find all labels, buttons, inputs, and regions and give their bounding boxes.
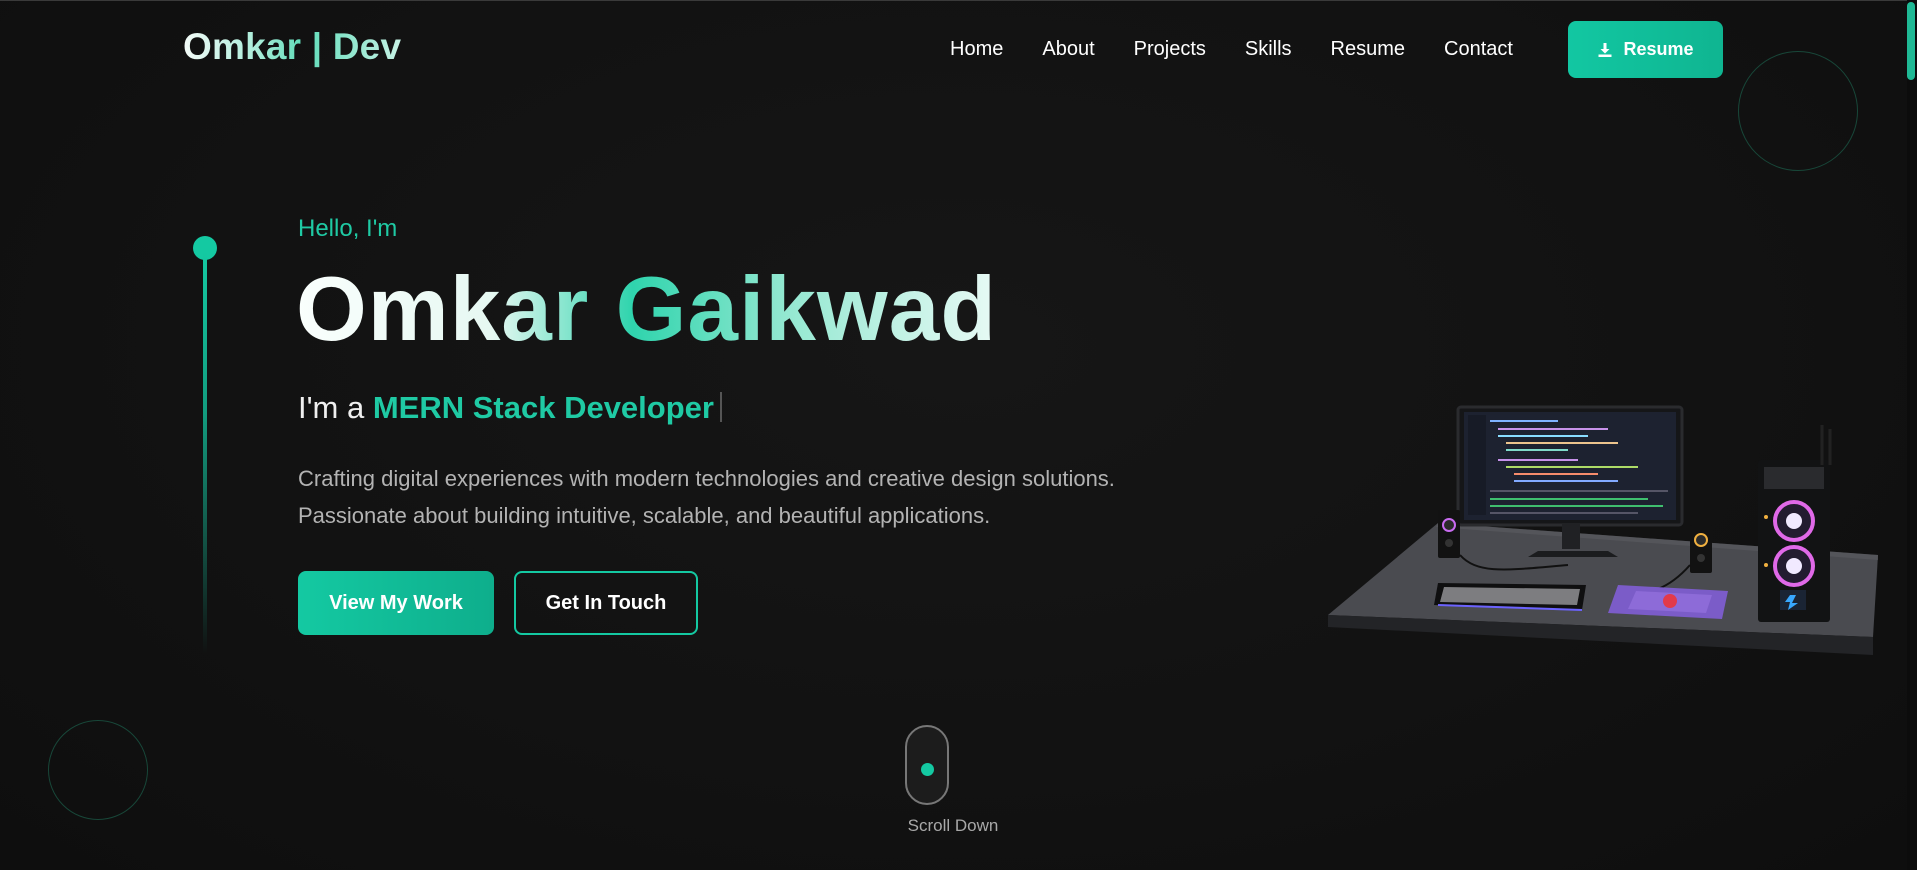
nav-contact[interactable]: Contact	[1444, 38, 1513, 61]
get-in-touch-button[interactable]: Get In Touch	[514, 571, 698, 635]
description-line: Passionate about building intuitive, sca…	[298, 503, 991, 528]
main-nav: Home About Projects Skills Resume Contac…	[950, 38, 1552, 61]
desk-setup-illustration	[1318, 405, 1884, 675]
nav-projects[interactable]: Projects	[1134, 38, 1206, 61]
decorative-ring	[1738, 51, 1858, 171]
nav-resume[interactable]: Resume	[1331, 38, 1405, 61]
window-top-border	[0, 0, 1917, 1]
decorative-ring	[48, 720, 148, 820]
scrollbar-thumb[interactable]	[1907, 2, 1915, 80]
role-highlight: MERN Stack Developer	[372, 390, 714, 425]
hero-last-name: Gaikwad	[615, 259, 997, 360]
download-icon	[1598, 42, 1612, 57]
scroll-mouse-icon[interactable]	[905, 725, 949, 805]
hero-description: Crafting digital experiences with modern…	[298, 460, 1198, 534]
hero-role: I'm a MERN Stack Developer	[298, 390, 722, 426]
resume-download-button[interactable]: Resume	[1568, 21, 1723, 78]
resume-button-label: Resume	[1623, 39, 1694, 59]
nav-skills[interactable]: Skills	[1245, 38, 1292, 61]
hero-greeting: Hello, I'm	[298, 215, 398, 242]
role-prefix: I'm a	[298, 390, 365, 425]
description-line: Crafting digital experiences with modern…	[298, 466, 1115, 491]
scroll-wheel-dot	[921, 763, 934, 776]
site-logo[interactable]: Omkar | Dev	[183, 26, 401, 68]
nav-about[interactable]: About	[1042, 38, 1094, 61]
timeline-line	[203, 252, 207, 654]
nav-home[interactable]: Home	[950, 38, 1003, 61]
typing-caret	[719, 392, 722, 422]
scroll-down-label: Scroll Down	[907, 816, 999, 835]
hero-name: Omkar Gaikwad	[296, 260, 997, 360]
page-scrollbar[interactable]	[1907, 0, 1917, 870]
hero-first-name: Omkar	[296, 259, 590, 360]
view-work-button[interactable]: View My Work	[298, 571, 494, 635]
